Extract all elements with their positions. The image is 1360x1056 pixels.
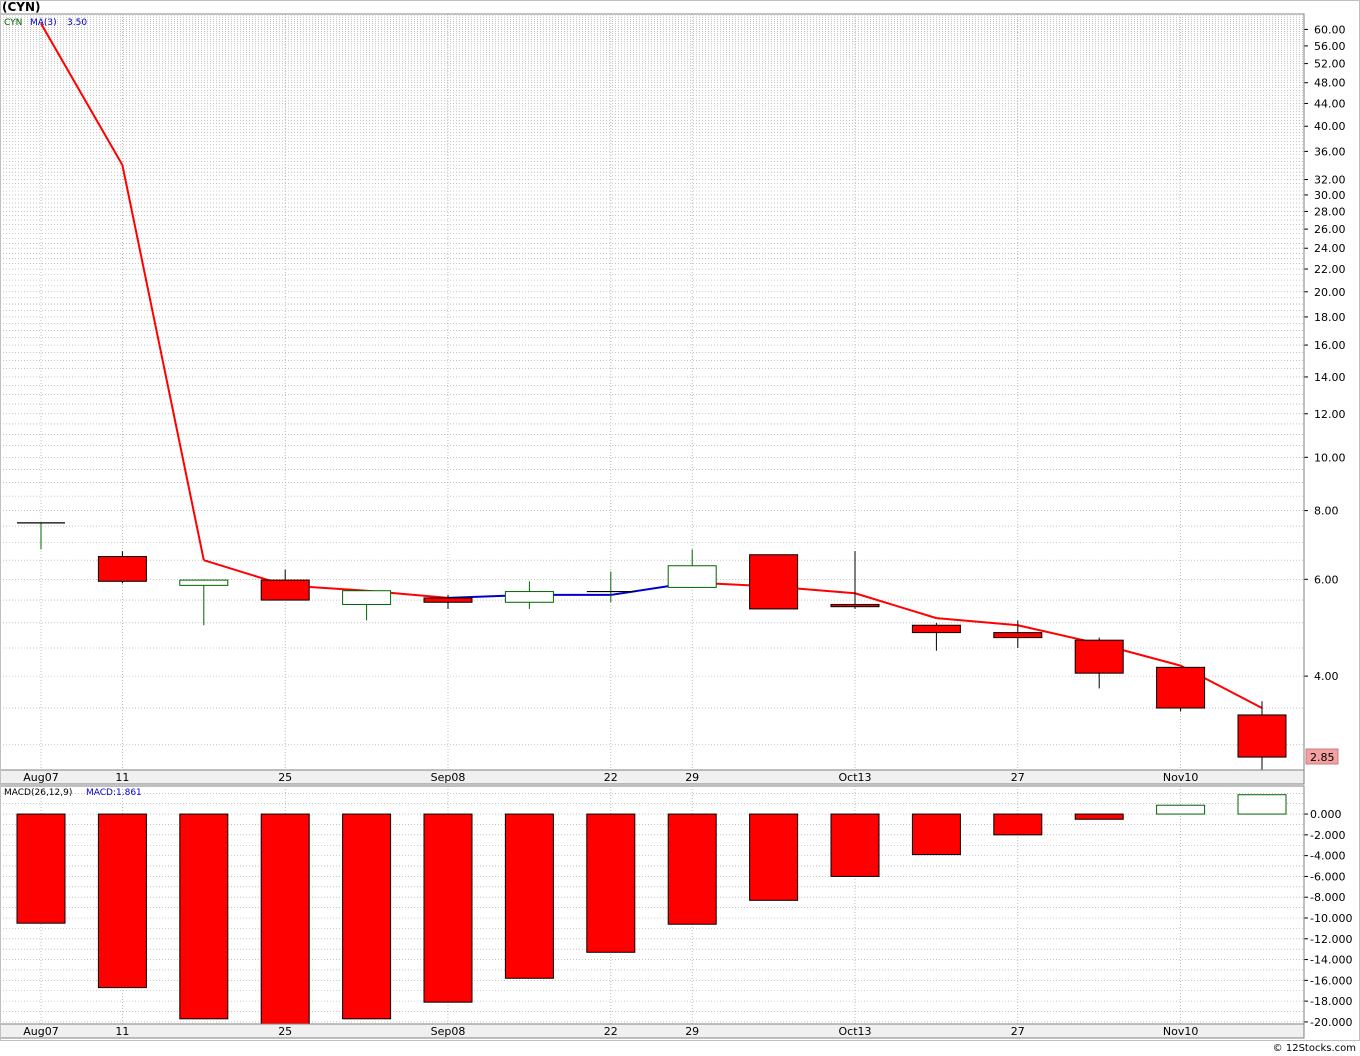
macd-y-tick-label: -12.000 xyxy=(1310,933,1352,946)
macd-bar xyxy=(749,813,799,901)
chart-title: (CYN) xyxy=(2,0,41,14)
macd-x-axis-tick-label: Sep08 xyxy=(431,1025,466,1038)
macd-x-axis-strip xyxy=(0,1023,1305,1039)
macd-bar xyxy=(1074,813,1124,820)
candle-body xyxy=(342,590,392,605)
price-x-axis-tick-label: Aug07 xyxy=(23,771,58,784)
candle-body xyxy=(749,554,799,610)
macd-bar xyxy=(1156,804,1206,815)
price-y-tick-label: 22.00 xyxy=(1314,263,1346,276)
price-x-axis-tick-label: 22 xyxy=(604,771,618,784)
candle-body xyxy=(1074,639,1124,674)
price-x-axis-tick-label: Oct13 xyxy=(838,771,871,784)
candle-body xyxy=(97,556,147,582)
candle-body xyxy=(1156,666,1206,709)
macd-x-axis-tick-label: 22 xyxy=(604,1025,618,1038)
macd-y-tick-label: -6.000 xyxy=(1310,870,1345,883)
price-y-tick-label: 52.00 xyxy=(1314,58,1346,71)
macd-bar xyxy=(260,813,310,1025)
macd-bar xyxy=(993,813,1043,836)
price-x-axis-tick-label: 25 xyxy=(278,771,292,784)
macd-y-tick-label: -4.000 xyxy=(1310,850,1345,863)
price-x-axis-tick-label: 27 xyxy=(1011,771,1025,784)
price-y-tick-label: 18.00 xyxy=(1314,311,1346,324)
macd-y-tick-label: 0.000 xyxy=(1310,808,1342,821)
price-y-tick-label: 44.00 xyxy=(1314,97,1346,110)
macd-y-tick-label: -8.000 xyxy=(1310,891,1345,904)
price-y-tick-label: 20.00 xyxy=(1314,286,1346,299)
price-y-tick-label: 56.00 xyxy=(1314,40,1346,53)
macd-x-axis-tick-label: 11 xyxy=(115,1025,129,1038)
macd-y-tick-label: -14.000 xyxy=(1310,954,1352,967)
candle-body xyxy=(911,624,961,634)
candle-body xyxy=(1237,714,1287,758)
price-x-axis-strip xyxy=(0,769,1305,785)
price-legend-ma-value: 3.50 xyxy=(67,18,87,28)
price-y-tick-label: 16.00 xyxy=(1314,339,1346,352)
price-y-tick-label: 6.00 xyxy=(1314,573,1339,586)
macd-bar xyxy=(504,813,554,979)
candle-body xyxy=(830,603,880,608)
price-y-tick-label: 8.00 xyxy=(1314,505,1339,518)
candle-body xyxy=(260,579,310,601)
chart-root: 60.00 56.00 52.00 48.00 44.00 40.00 36.00 32.00… xyxy=(0,0,1360,1054)
macd-x-axis-tick-label: Oct13 xyxy=(838,1025,871,1038)
price-x-axis-tick-label: 29 xyxy=(685,771,699,784)
last-price-label: 2.85 xyxy=(1310,751,1335,764)
macd-bar xyxy=(342,813,392,1020)
price-legend-symbol: CYN xyxy=(4,18,22,28)
macd-y-tick-label: -10.000 xyxy=(1310,912,1352,925)
price-y-tick-label: 26.00 xyxy=(1314,223,1346,236)
macd-y-tick-label: -2.000 xyxy=(1310,829,1345,842)
macd-y-tick-label: -18.000 xyxy=(1310,995,1352,1008)
macd-x-axis-tick-label: 25 xyxy=(278,1025,292,1038)
price-legend-ma: MA(3) xyxy=(30,18,57,28)
macd-bar xyxy=(16,813,66,924)
macd-legend-value: MACD:1.861 xyxy=(86,788,142,798)
price-x-axis-tick-label: 11 xyxy=(115,771,129,784)
price-panel: 60.00 56.00 52.00 48.00 44.00 40.00 36.00 32.00… xyxy=(0,13,1346,785)
macd-y-tick-label: -20.000 xyxy=(1310,1016,1352,1029)
macd-legend-label: MACD(26,12,9) xyxy=(4,788,72,798)
macd-bar xyxy=(830,813,880,877)
price-y-tick-label: 60.00 xyxy=(1314,23,1346,36)
macd-bar xyxy=(97,813,147,989)
price-y-tick-label: 24.00 xyxy=(1314,242,1346,255)
macd-bar xyxy=(586,813,636,953)
macd-bar xyxy=(667,813,717,925)
macd-x-axis-tick-label: Aug07 xyxy=(23,1025,58,1038)
macd-x-axis-tick-label: 29 xyxy=(685,1025,699,1038)
footer-credit: © 12Stocks.com xyxy=(1273,1043,1356,1054)
candle-body xyxy=(993,632,1043,639)
macd-bar xyxy=(423,813,473,1003)
price-y-tick-label: 48.00 xyxy=(1314,77,1346,90)
candle-body xyxy=(667,565,717,588)
price-y-tick-label: 4.00 xyxy=(1314,670,1339,683)
price-y-tick-label: 10.00 xyxy=(1314,451,1346,464)
price-y-tick-label: 30.00 xyxy=(1314,189,1346,202)
price-y-tick-label: 28.00 xyxy=(1314,205,1346,218)
price-y-tick-label: 12.00 xyxy=(1314,408,1346,421)
price-x-axis-tick-label: Sep08 xyxy=(431,771,466,784)
macd-bar xyxy=(179,813,229,1020)
macd-bar xyxy=(911,813,961,856)
candle-body xyxy=(423,597,473,603)
candle-body xyxy=(179,579,229,586)
macd-x-axis-tick-label: 27 xyxy=(1011,1025,1025,1038)
price-y-tick-label: 36.00 xyxy=(1314,145,1346,158)
macd-y-tick-label: -16.000 xyxy=(1310,974,1352,987)
price-x-axis-tick-label: Nov10 xyxy=(1163,771,1198,784)
price-y-tick-label: 32.00 xyxy=(1314,174,1346,187)
macd-bar xyxy=(1237,794,1287,815)
macd-x-axis-tick-label: Nov10 xyxy=(1163,1025,1198,1038)
price-y-tick-label: 14.00 xyxy=(1314,371,1346,384)
price-y-tick-label: 40.00 xyxy=(1314,120,1346,133)
candle-body xyxy=(504,591,554,603)
